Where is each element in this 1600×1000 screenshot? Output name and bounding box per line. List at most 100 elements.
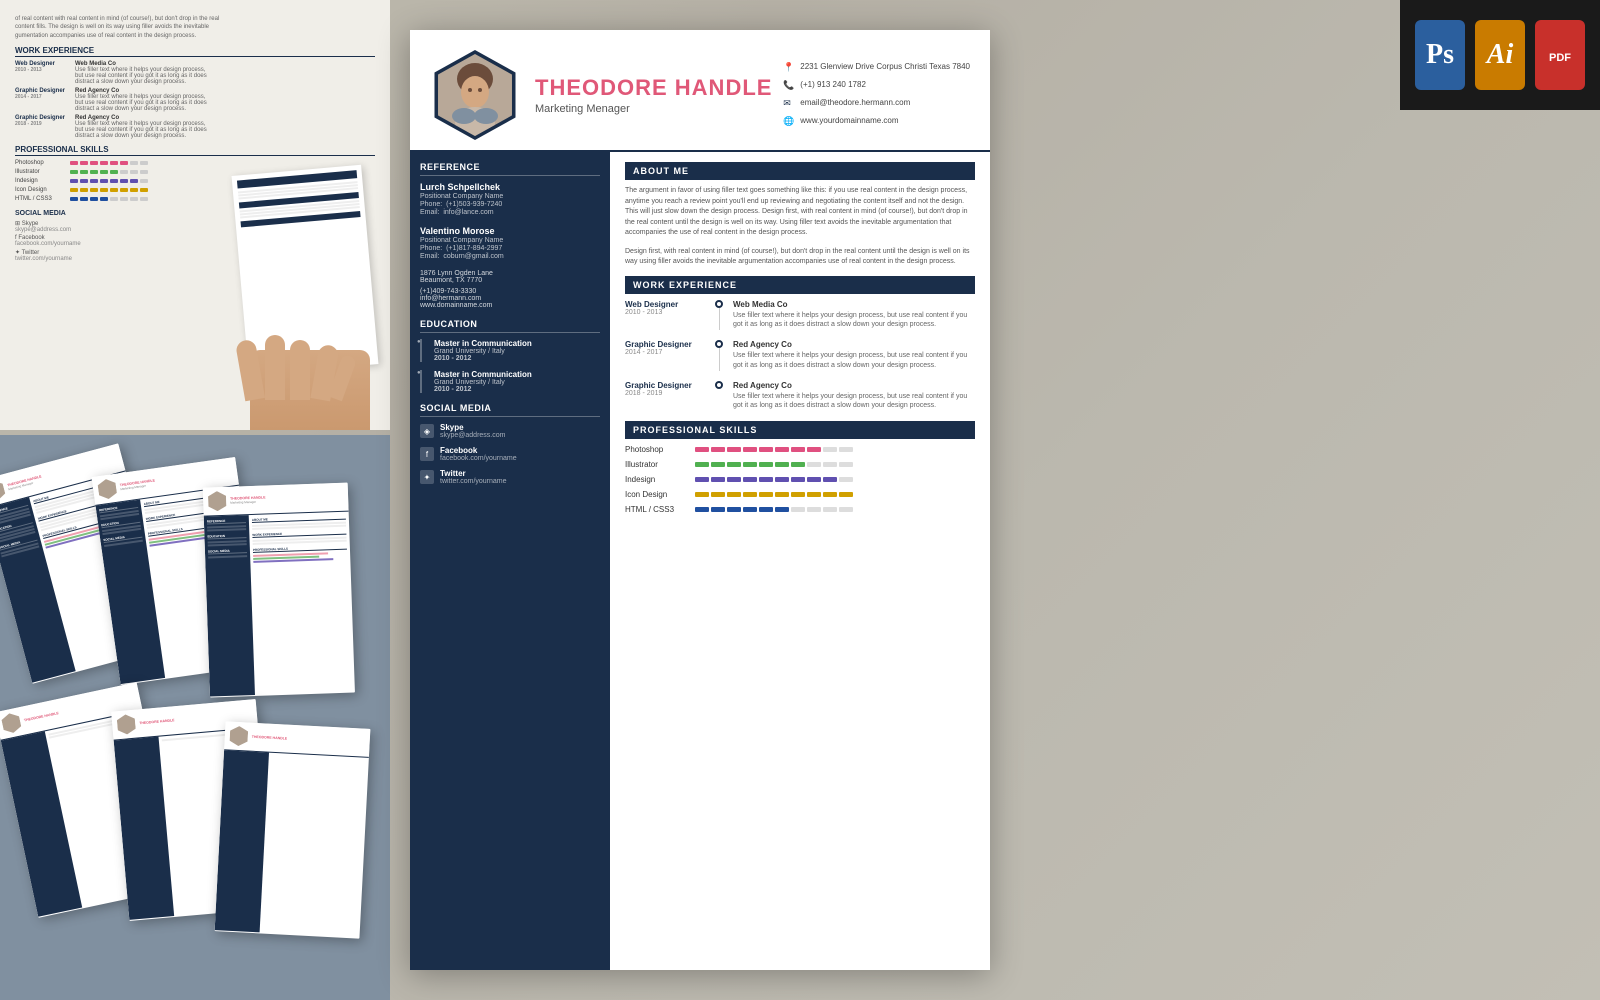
work-item-3: Graphic Designer 2018 - 2019 Red Agency … [625, 381, 975, 412]
work-3-desc: Use filler text where it helps your desi… [733, 392, 975, 412]
facebook-label: Facebook [440, 446, 517, 455]
work-1-years: 2010 - 2013 [625, 309, 705, 316]
work-3-role: Graphic Designer [625, 381, 705, 390]
social-facebook: f Facebook facebook.com/yourname [420, 446, 600, 462]
work-3-years: 2018 - 2019 [625, 390, 705, 397]
skill-illustrator-bar [695, 462, 853, 467]
resume-body: REFERENCE Lurch Schpellchek Positionat C… [410, 152, 990, 970]
card-6: THEODORE HANDLE [215, 721, 371, 938]
photoshop-icon[interactable]: Ps [1415, 20, 1465, 90]
work-2-years: 2014 - 2017 [625, 349, 705, 356]
about-text-2: Design first, with real content in mind … [625, 247, 975, 268]
skills-section-header: PROFESSIONAL SKILLS [625, 421, 975, 439]
ref-2-email: Email: coburn@gmail.com [420, 253, 600, 260]
work-3-company: Red Agency Co [733, 381, 975, 390]
skill-illustrator: Illustrator [625, 460, 975, 469]
contact-phone: (+1) 913 240 1782 [800, 78, 866, 92]
pdf-icon[interactable]: PDF [1535, 20, 1585, 90]
contact-address: 2231 Glenview Drive Corpus Christi Texas… [800, 60, 970, 74]
card-3: THEODORE HANDLE Marketing Manager REFERE… [203, 483, 355, 698]
skill-icon-design-label: Icon Design [625, 490, 695, 499]
phone-icon: 📞 [783, 77, 795, 93]
skill-photoshop: Photoshop [625, 445, 975, 454]
ref-2-company: Positionat Company Name [420, 237, 600, 244]
work-2-timeline [713, 340, 725, 371]
resume-job-title: Marketing Menager [535, 103, 783, 115]
ref-1-email: Email: info@lance.com [420, 209, 600, 216]
ref-1: Lurch Schpellchek Positionat Company Nam… [420, 182, 600, 216]
facebook-handle: facebook.com/yourname [440, 455, 517, 462]
illustrator-icon[interactable]: Ai [1475, 20, 1525, 90]
edu-2-degree: Master in Communication [434, 370, 600, 379]
skill-html-css-bar [695, 507, 853, 512]
twitter-handle-resume: twitter.com/yourname [440, 478, 507, 485]
ref-2-name: Valentino Morose [420, 226, 600, 236]
work-2-role: Graphic Designer [625, 340, 705, 349]
resume-header: THEODORE HANDLE Marketing Menager 📍 2231… [410, 30, 990, 152]
work-2-company: Red Agency Co [733, 340, 975, 349]
skill-indesign-bar [695, 477, 853, 482]
work-1-company: Web Media Co [733, 300, 975, 309]
skill-indesign-label: Indesign [625, 475, 695, 484]
skill-icon-design-bar [695, 492, 853, 497]
ref-1-phone: Phone: (+1)503-939-7240 [420, 201, 600, 208]
contact-website: www.yourdomainname.com [800, 114, 898, 128]
education-section-label: EDUCATION [420, 319, 600, 333]
work-section-header: WORK EXPERIENCE [625, 276, 975, 294]
twitter-label: Twitter [440, 469, 507, 478]
ref-2: Valentino Morose Positionat Company Name… [420, 226, 600, 260]
snippet-top-area: of real content with real content in min… [0, 0, 390, 430]
ref-1-company: Positionat Company Name [420, 193, 600, 200]
ref-2-phone: Phone: (+1)817-894-2997 [420, 245, 600, 252]
main-resume: THEODORE HANDLE Marketing Menager 📍 2231… [410, 30, 990, 970]
skype-icon: ◈ [420, 424, 434, 438]
contact-email: email@theodore.hermann.com [800, 96, 910, 110]
address-block: 1876 Lynn Ogden Lane Beaumont, TX 7770 (… [420, 270, 600, 309]
work-1-timeline [713, 300, 725, 331]
work-item-1: Web Designer 2010 - 2013 Web Media Co Us… [625, 300, 975, 331]
facebook-icon: f [420, 447, 434, 461]
about-text-1: The argument in favor of using filler te… [625, 186, 975, 239]
email-icon: ✉ [783, 95, 795, 111]
edu-2-year: 2010 - 2012 [434, 386, 600, 393]
skill-icon-design: Icon Design [625, 490, 975, 499]
bottom-left-panel: THEODORE HANDLE Marketing Manager REFERE… [0, 435, 390, 1000]
twitter-icon: ✦ [420, 470, 434, 484]
skill-indesign: Indesign [625, 475, 975, 484]
social-twitter: ✦ Twitter twitter.com/yourname [420, 469, 600, 485]
edu-1-year: 2010 - 2012 [434, 355, 600, 362]
work-1-role: Web Designer [625, 300, 705, 309]
address-icon: 📍 [783, 59, 795, 75]
skype-handle: skype@address.com [440, 432, 505, 439]
skill-photoshop-label: Photoshop [625, 445, 695, 454]
social-skype: ◈ Skype skype@address.com [420, 423, 600, 439]
skill-illustrator-label: Illustrator [625, 460, 695, 469]
work-2-desc: Use filler text where it helps your desi… [733, 351, 975, 371]
edu-2: Master in Communication Grand University… [420, 370, 600, 393]
skill-html-css: HTML / CSS3 [625, 505, 975, 514]
ref-1-name: Lurch Schpellchek [420, 182, 600, 192]
resume-name: THEODORE HANDLE [535, 75, 783, 101]
work-item-2: Graphic Designer 2014 - 2017 Red Agency … [625, 340, 975, 371]
edu-1: Master in Communication Grand University… [420, 339, 600, 362]
reference-section-label: REFERENCE [420, 162, 600, 176]
edu-2-school: Grand University / Italy [434, 379, 600, 386]
resume-photo [430, 50, 520, 140]
about-section-header: ABOUT ME [625, 162, 975, 180]
work-3-timeline [713, 381, 725, 412]
hand-illustration [220, 150, 390, 430]
resume-name-block: THEODORE HANDLE Marketing Menager [535, 75, 783, 115]
skill-photoshop-bar [695, 447, 853, 452]
resume-left-column: REFERENCE Lurch Schpellchek Positionat C… [410, 152, 610, 970]
resume-contact: 📍 2231 Glenview Drive Corpus Christi Tex… [783, 59, 970, 132]
svg-text:PDF: PDF [1549, 52, 1571, 64]
edu-1-degree: Master in Communication [434, 339, 600, 348]
skype-label: Skype [440, 423, 505, 432]
website-icon: 🌐 [783, 113, 795, 129]
toolbar: Ps Ai PDF [1400, 0, 1600, 110]
resume-right-column: ABOUT ME The argument in favor of using … [610, 152, 990, 970]
edu-1-school: Grand University / Italy [434, 348, 600, 355]
snippet-work-title: WORK EXPERIENCE [15, 46, 375, 57]
work-1-desc: Use filler text where it helps your desi… [733, 311, 975, 331]
skill-html-css-label: HTML / CSS3 [625, 505, 695, 514]
